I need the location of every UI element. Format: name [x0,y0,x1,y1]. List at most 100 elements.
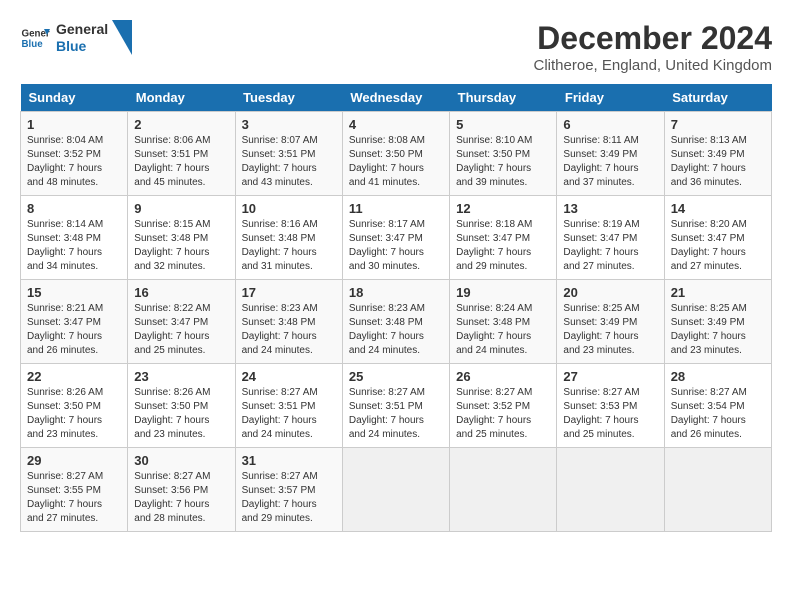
day-number: 20 [563,285,657,300]
day-number: 17 [242,285,336,300]
calendar-week-row: 22 Sunrise: 8:26 AMSunset: 3:50 PMDayligh… [21,364,772,448]
header-friday: Friday [557,84,664,112]
day-info: Sunrise: 8:15 AMSunset: 3:48 PMDaylight:… [134,218,228,274]
day-number: 1 [27,117,121,132]
day-info: Sunrise: 8:08 AMSunset: 3:50 PMDaylight:… [349,134,443,190]
day-info: Sunrise: 8:11 AMSunset: 3:49 PMDaylight:… [563,134,657,190]
day-info: Sunrise: 8:22 AMSunset: 3:47 PMDaylight:… [134,302,228,358]
day-number: 12 [456,201,550,216]
day-number: 27 [563,369,657,384]
day-number: 24 [242,369,336,384]
day-info: Sunrise: 8:20 AMSunset: 3:47 PMDaylight:… [671,218,765,274]
day-number: 5 [456,117,550,132]
day-number: 7 [671,117,765,132]
page-subtitle: Clitheroe, England, United Kingdom [534,57,772,74]
calendar-cell: 2 Sunrise: 8:06 AMSunset: 3:51 PMDaylight… [128,112,235,196]
day-info: Sunrise: 8:27 AMSunset: 3:51 PMDaylight:… [242,386,336,442]
calendar-cell [450,448,557,532]
calendar-cell: 17 Sunrise: 8:23 AMSunset: 3:48 PMDayligh… [235,280,342,364]
calendar-cell: 16Sunrise: 8:22 AMSunset: 3:47 PMDayligh… [128,280,235,364]
day-info: Sunrise: 8:23 AMSunset: 3:48 PMDaylight:… [242,302,336,358]
logo-chevron-icon [112,20,132,55]
day-number: 2 [134,117,228,132]
calendar-cell: 7 Sunrise: 8:13 AMSunset: 3:49 PMDaylight… [664,112,771,196]
calendar-week-row: 15Sunrise: 8:21 AMSunset: 3:47 PMDayligh… [21,280,772,364]
day-number: 9 [134,201,228,216]
day-number: 21 [671,285,765,300]
day-info: Sunrise: 8:16 AMSunset: 3:48 PMDaylight:… [242,218,336,274]
day-number: 4 [349,117,443,132]
day-number: 26 [456,369,550,384]
calendar-cell: 21 Sunrise: 8:25 AMSunset: 3:49 PMDayligh… [664,280,771,364]
calendar-cell: 13 Sunrise: 8:19 AMSunset: 3:47 PMDayligh… [557,196,664,280]
day-info: Sunrise: 8:27 AMSunset: 3:54 PMDaylight:… [671,386,765,442]
calendar-cell: 30 Sunrise: 8:27 AMSunset: 3:56 PMDayligh… [128,448,235,532]
day-info: Sunrise: 8:10 AMSunset: 3:50 PMDaylight:… [456,134,550,190]
calendar-cell: 3Sunrise: 8:07 AMSunset: 3:51 PMDaylight… [235,112,342,196]
day-info: Sunrise: 8:25 AMSunset: 3:49 PMDaylight:… [671,302,765,358]
day-info: Sunrise: 8:26 AMSunset: 3:50 PMDaylight:… [27,386,121,442]
calendar-cell: 28Sunrise: 8:27 AMSunset: 3:54 PMDayligh… [664,364,771,448]
day-info: Sunrise: 8:18 AMSunset: 3:47 PMDaylight:… [456,218,550,274]
calendar-cell: 23 Sunrise: 8:26 AMSunset: 3:50 PMDayligh… [128,364,235,448]
day-info: Sunrise: 8:14 AMSunset: 3:48 PMDaylight:… [27,218,121,274]
day-number: 25 [349,369,443,384]
calendar-cell: 11Sunrise: 8:17 AMSunset: 3:47 PMDayligh… [342,196,449,280]
day-number: 15 [27,285,121,300]
logo-icon: General Blue [20,23,50,53]
calendar-cell: 31Sunrise: 8:27 AMSunset: 3:57 PMDayligh… [235,448,342,532]
calendar-cell: 25Sunrise: 8:27 AMSunset: 3:51 PMDayligh… [342,364,449,448]
day-number: 14 [671,201,765,216]
day-number: 31 [242,453,336,468]
logo-general: General [56,21,108,38]
day-number: 29 [27,453,121,468]
logo-blue: Blue [56,38,108,55]
page-header: General Blue General Blue December 2024 … [20,20,772,74]
header-thursday: Thursday [450,84,557,112]
calendar-header-row: SundayMondayTuesdayWednesdayThursdayFrid… [21,84,772,112]
calendar-cell: 4 Sunrise: 8:08 AMSunset: 3:50 PMDaylight… [342,112,449,196]
calendar-cell: 6 Sunrise: 8:11 AMSunset: 3:49 PMDaylight… [557,112,664,196]
calendar-cell: 20 Sunrise: 8:25 AMSunset: 3:49 PMDayligh… [557,280,664,364]
calendar-week-row: 8Sunrise: 8:14 AMSunset: 3:48 PMDaylight… [21,196,772,280]
day-info: Sunrise: 8:27 AMSunset: 3:53 PMDaylight:… [563,386,657,442]
day-number: 10 [242,201,336,216]
day-number: 23 [134,369,228,384]
day-info: Sunrise: 8:04 AMSunset: 3:52 PMDaylight:… [27,134,121,190]
day-info: Sunrise: 8:26 AMSunset: 3:50 PMDaylight:… [134,386,228,442]
calendar-week-row: 1 Sunrise: 8:04 AMSunset: 3:52 PMDaylight… [21,112,772,196]
day-info: Sunrise: 8:13 AMSunset: 3:49 PMDaylight:… [671,134,765,190]
day-number: 18 [349,285,443,300]
day-number: 30 [134,453,228,468]
calendar-cell: 9 Sunrise: 8:15 AMSunset: 3:48 PMDaylight… [128,196,235,280]
title-block: December 2024 Clitheroe, England, United… [534,20,772,74]
day-info: Sunrise: 8:27 AMSunset: 3:52 PMDaylight:… [456,386,550,442]
calendar-cell: 19Sunrise: 8:24 AMSunset: 3:48 PMDayligh… [450,280,557,364]
day-number: 13 [563,201,657,216]
header-wednesday: Wednesday [342,84,449,112]
day-info: Sunrise: 8:25 AMSunset: 3:49 PMDaylight:… [563,302,657,358]
calendar-cell: 27 Sunrise: 8:27 AMSunset: 3:53 PMDayligh… [557,364,664,448]
day-info: Sunrise: 8:19 AMSunset: 3:47 PMDaylight:… [563,218,657,274]
header-tuesday: Tuesday [235,84,342,112]
calendar-cell [664,448,771,532]
day-number: 22 [27,369,121,384]
calendar-cell: 18 Sunrise: 8:23 AMSunset: 3:48 PMDayligh… [342,280,449,364]
day-number: 3 [242,117,336,132]
calendar-cell: 22 Sunrise: 8:26 AMSunset: 3:50 PMDayligh… [21,364,128,448]
logo: General Blue General Blue [20,20,132,55]
day-info: Sunrise: 8:23 AMSunset: 3:48 PMDaylight:… [349,302,443,358]
calendar-cell: 14 Sunrise: 8:20 AMSunset: 3:47 PMDayligh… [664,196,771,280]
calendar-cell: 15Sunrise: 8:21 AMSunset: 3:47 PMDayligh… [21,280,128,364]
calendar-cell [342,448,449,532]
calendar-cell: 10 Sunrise: 8:16 AMSunset: 3:48 PMDayligh… [235,196,342,280]
day-number: 11 [349,201,443,216]
header-monday: Monday [128,84,235,112]
calendar-cell: 1 Sunrise: 8:04 AMSunset: 3:52 PMDaylight… [21,112,128,196]
day-info: Sunrise: 8:24 AMSunset: 3:48 PMDaylight:… [456,302,550,358]
day-number: 6 [563,117,657,132]
calendar-cell: 29Sunrise: 8:27 AMSunset: 3:55 PMDayligh… [21,448,128,532]
calendar-cell: 8Sunrise: 8:14 AMSunset: 3:48 PMDaylight… [21,196,128,280]
day-info: Sunrise: 8:27 AMSunset: 3:56 PMDaylight:… [134,470,228,526]
day-info: Sunrise: 8:06 AMSunset: 3:51 PMDaylight:… [134,134,228,190]
